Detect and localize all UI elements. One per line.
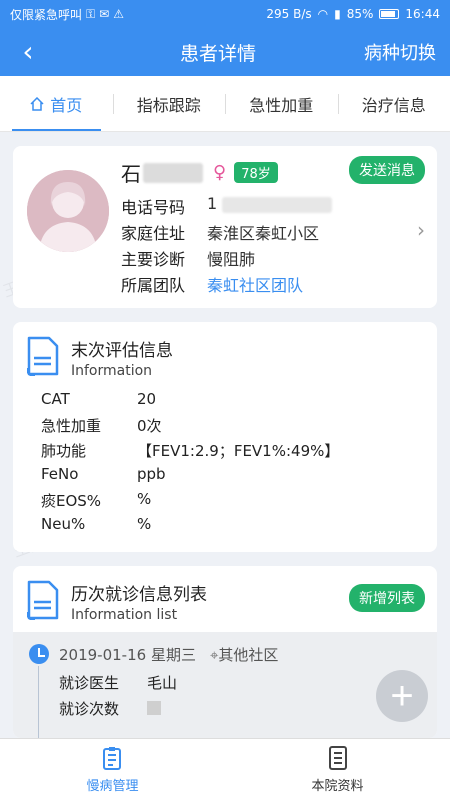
metric-value: %: [137, 515, 152, 533]
visit-doctor-row: 就诊医生 毛山: [59, 672, 177, 693]
visit-entry[interactable]: 2019-01-16 星期三 ⌖ 其他社区 就诊医生 毛山 就诊次数: [13, 632, 437, 738]
tab-acute-exacerbation[interactable]: 急性加重: [225, 76, 338, 131]
bottom-nav-label: 本院资料: [311, 779, 364, 794]
warning-icon: ⚠: [113, 7, 124, 21]
phone-value: 1: [207, 194, 333, 218]
visit-list-card: 历次就诊信息列表 Information list 新增列表 2019-01-1…: [13, 566, 437, 738]
metric-label: CAT: [41, 390, 70, 408]
assessment-subtitle: Information: [71, 363, 153, 379]
neu-row: Neu% %: [41, 515, 151, 533]
tab-treatment-info[interactable]: 治疗信息: [337, 76, 450, 131]
metric-value: %: [137, 490, 152, 508]
tab-bar: 首页 指标跟踪 急性加重 治疗信息: [0, 76, 450, 132]
doctor-label: 就诊医生: [59, 674, 120, 692]
patient-name-row: 石 ♀ 78岁: [121, 158, 278, 187]
female-icon: ♀: [213, 162, 227, 183]
address-row: 家庭住址 秦淮区秦虹小区: [121, 220, 319, 244]
send-message-button[interactable]: 发送消息: [349, 156, 425, 184]
sputum-eos-row: 痰EOS% %: [41, 490, 151, 511]
clipboard-icon: [102, 747, 121, 770]
timeline-line: [38, 666, 39, 738]
nav-bar: ‹ 患者详情 病种切换: [0, 28, 450, 76]
document-icon: [27, 336, 59, 376]
patient-name: 石: [121, 162, 141, 186]
metric-label: 急性加重: [41, 417, 102, 435]
diagnosis-value: 慢阻肺: [207, 250, 256, 269]
network-speed: 295 B/s: [266, 7, 312, 21]
tab-label: 治疗信息: [361, 95, 426, 115]
visit-date: 2019-01-16 星期三: [59, 646, 196, 664]
chevron-right-icon: ›: [417, 218, 425, 242]
address-value: 秦淮区秦虹小区: [207, 224, 320, 243]
metric-value: 0次: [137, 417, 162, 435]
disease-switch-button[interactable]: 病种切换: [340, 39, 450, 65]
metric-label: FeNo: [41, 465, 79, 483]
visit-list-title: 历次就诊信息列表: [71, 585, 207, 605]
signal-icon: ▮: [334, 7, 341, 21]
page-title: 患者详情: [179, 42, 256, 65]
address-label: 家庭住址: [121, 224, 186, 243]
name-redaction: [143, 162, 203, 183]
status-bar: 仅限紧急呼叫 ⚿ ✉ ⚠ 295 B/s ◠ ▮ 85% 16:44: [0, 0, 450, 28]
metric-value: 【FEV1:2.9；FEV1%:49%】: [137, 442, 340, 460]
metric-label: 肺功能: [41, 442, 87, 460]
mail-icon: ✉: [99, 7, 110, 21]
age-badge: 78岁: [234, 162, 278, 183]
tab-label: 首页: [50, 95, 83, 115]
metric-value: 20: [137, 390, 157, 408]
tab-label: 指标跟踪: [136, 95, 201, 115]
clock-icon: [29, 644, 49, 664]
patient-card[interactable]: 石 ♀ 78岁 发送消息 电话号码 1 家庭住址 秦淮区秦虹小区 主要诊断 慢阻…: [13, 146, 437, 308]
add-list-button[interactable]: 新增列表: [349, 584, 425, 612]
diagnosis-label: 主要诊断: [121, 250, 186, 269]
assessment-card: 末次评估信息 Information CAT 20 急性加重 0次 肺功能 【F…: [13, 322, 437, 552]
clock-time: 16:44: [405, 7, 440, 21]
metric-label: 痰EOS%: [41, 492, 102, 510]
status-carrier: 仅限紧急呼叫: [10, 7, 83, 22]
bottom-nav-hospital-info[interactable]: 本院资料: [225, 739, 450, 800]
diagnosis-row: 主要诊断 慢阻肺: [121, 246, 255, 270]
visit-list-subtitle: Information list: [71, 607, 178, 623]
visit-place: 其他社区: [218, 646, 279, 664]
bottom-nav-chronic-management[interactable]: 慢病管理: [0, 739, 225, 800]
battery-icon: [379, 9, 400, 19]
visit-count-redaction: [147, 701, 161, 715]
metric-label: Neu%: [41, 515, 86, 533]
feno-row: FeNo ppb: [41, 465, 166, 483]
notes-icon: [328, 746, 347, 770]
cat-row: CAT 20: [41, 390, 156, 408]
assessment-header: 末次评估信息 Information: [27, 336, 173, 379]
doctor-value: 毛山: [147, 674, 178, 692]
team-row: 所属团队 秦虹社区团队: [121, 272, 303, 296]
exacerbation-row: 急性加重 0次: [41, 415, 162, 436]
wifi-icon: ◠: [317, 7, 329, 21]
home-icon: [30, 96, 44, 111]
bottom-nav-label: 慢病管理: [86, 779, 139, 794]
visit-count-label: 就诊次数: [59, 700, 120, 718]
bottom-nav: 慢病管理 本院资料: [0, 738, 450, 800]
key-icon: ⚿: [86, 6, 96, 21]
team-link[interactable]: 秦虹社区团队: [207, 272, 303, 296]
location-pin-icon: ⌖: [209, 645, 219, 664]
floating-add-button[interactable]: +: [376, 670, 428, 722]
visit-list-header: 历次就诊信息列表 Information list: [27, 580, 207, 623]
back-button[interactable]: ‹: [0, 28, 56, 76]
phone-row: 电话号码 1: [121, 194, 333, 218]
avatar: [27, 170, 109, 252]
lung-function-row: 肺功能 【FEV1:2.9；FEV1%:49%】: [41, 440, 339, 461]
phone-label: 电话号码: [121, 198, 186, 217]
visit-count-row: 就诊次数: [59, 698, 161, 719]
tab-indicator-tracking[interactable]: 指标跟踪: [112, 76, 226, 131]
visit-date-row: 2019-01-16 星期三 ⌖ 其他社区: [59, 644, 278, 665]
tab-home[interactable]: 首页: [0, 76, 113, 131]
document-icon: [27, 580, 59, 620]
team-label: 所属团队: [121, 276, 186, 295]
battery-percent: 85%: [346, 7, 374, 21]
tab-label: 急性加重: [249, 95, 314, 115]
metric-value: ppb: [137, 465, 166, 483]
assessment-title: 末次评估信息: [71, 341, 173, 361]
